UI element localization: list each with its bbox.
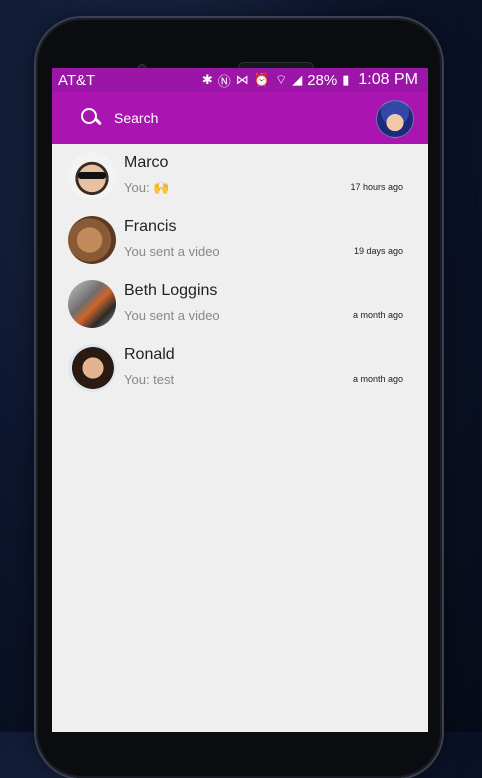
contact-name: Ronald bbox=[124, 346, 175, 363]
signal-icon: ◢ bbox=[292, 72, 303, 87]
timestamp: 19 days ago bbox=[353, 246, 403, 256]
battery-percent: 28% bbox=[307, 71, 338, 89]
message-preview: You: 🙌 bbox=[124, 180, 170, 195]
battery-icon: ▮ bbox=[342, 72, 350, 87]
profile-avatar[interactable] bbox=[376, 100, 414, 138]
message-preview: You sent a video bbox=[124, 244, 220, 259]
message-preview: You sent a video bbox=[124, 308, 220, 323]
status-bar: AT&T ✱ Ⓝ ⋈ ⏰ ⌔ ◢ 28% ▮ 1:08 PM bbox=[52, 68, 428, 92]
conversation-row-francis[interactable]: Francis You sent a video 19 days ago bbox=[52, 208, 428, 272]
conversation-row-marco[interactable]: Marco You: 🙌 17 hours ago bbox=[52, 144, 428, 208]
timestamp: 17 hours ago bbox=[350, 182, 403, 192]
avatar bbox=[68, 216, 116, 264]
app-screen: AT&T ✱ Ⓝ ⋈ ⏰ ⌔ ◢ 28% ▮ 1:08 PM Search Ma… bbox=[52, 68, 428, 732]
conversation-row-beth-loggins[interactable]: Beth Loggins You sent a video a month ag… bbox=[52, 272, 428, 336]
search-field[interactable]: Search bbox=[114, 110, 158, 126]
vibrate-icon: ⋈ bbox=[235, 72, 249, 87]
avatar bbox=[68, 152, 116, 200]
avatar bbox=[68, 344, 116, 392]
message-preview: You: test bbox=[124, 372, 175, 387]
timestamp: a month ago bbox=[352, 374, 403, 384]
alarm-icon: ⏰ bbox=[253, 72, 270, 87]
contact-name: Marco bbox=[124, 154, 169, 171]
status-icons: ✱ Ⓝ ⋈ ⏰ ⌔ ◢ 28% ▮ 1:08 PM bbox=[202, 71, 418, 90]
timestamp: a month ago bbox=[352, 310, 403, 320]
clock: 1:08 PM bbox=[358, 71, 418, 88]
contact-name: Beth Loggins bbox=[124, 282, 218, 299]
avatar bbox=[68, 280, 116, 328]
app-header: Search bbox=[52, 92, 428, 144]
conversation-row-ronald[interactable]: Ronald You: test a month ago bbox=[52, 336, 428, 400]
search-icon[interactable] bbox=[80, 107, 102, 129]
carrier-label: AT&T bbox=[58, 71, 96, 89]
bluetooth-icon: ✱ bbox=[201, 72, 213, 87]
wifi-icon: ⌔ bbox=[274, 72, 288, 87]
conversation-list: Marco You: 🙌 17 hours ago Francis You se… bbox=[52, 144, 428, 400]
contact-name: Francis bbox=[124, 218, 177, 235]
nfc-icon: Ⓝ bbox=[217, 73, 231, 89]
